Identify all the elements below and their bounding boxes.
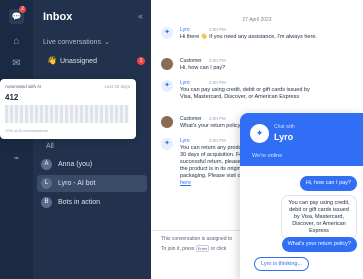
home-icon[interactable]: ⌂ [10, 35, 23, 48]
sidebar-item-label: Lyro - AI bot [58, 180, 96, 187]
stats-footer: 70% of AI conversations [5, 128, 48, 133]
chevron-down-icon[interactable]: ⌄ [104, 38, 110, 46]
user-bubble: Hi, how can I pay? [299, 176, 357, 191]
stats-title: Automated with AI [5, 84, 42, 89]
bot-bubble: You can pay using credit, debit or gift … [281, 195, 357, 240]
collapse-icon[interactable]: « [138, 11, 143, 21]
automated-stats-card: Automated with AI Last 30 days 412 70% o… [0, 79, 136, 139]
sidebar-item-label: Anna (you) [58, 161, 93, 168]
message-body: Hi there 👋 If you need any assistance, I… [180, 34, 317, 40]
lyro-logo-icon: ✦ [250, 124, 269, 143]
all-section-label: All [46, 143, 54, 150]
conversation-date: 27 April 2023 [242, 17, 272, 23]
sidebar-item-unassigned[interactable]: 👋 Unassigned 1 [41, 53, 147, 70]
sender-name: Lyro [180, 80, 190, 86]
notification-badge: 2 [19, 6, 26, 13]
sidebar-item-label: Unassigned [60, 58, 97, 65]
lyro-avatar: ✦ [161, 138, 173, 150]
sender-name: Lyro [180, 138, 190, 144]
message-body: You can pay using credit, debit or gift … [180, 87, 310, 100]
nav-rail: 💬 2 ⌂ ✉ ☺ ⌁ [0, 0, 33, 279]
inbox-title: Inbox [43, 11, 73, 23]
lyro-avatar: ✦ [161, 80, 173, 92]
live-conversations-label[interactable]: Live conversations [43, 39, 101, 46]
widget-header: ✦ Chat with Lyro We're online [240, 113, 363, 166]
message-time: 2:00 PM [209, 58, 226, 63]
sidebar-item-label: Bots in action [58, 199, 101, 206]
sender-name: Customer [180, 58, 202, 64]
stats-period: Last 30 days [104, 84, 130, 89]
inbox-sidebar: Inbox « Live conversations ⌄ 👋 Unassigne… [33, 0, 151, 279]
bot-name: Lyro [274, 132, 294, 142]
online-status: We're online [252, 153, 283, 159]
message-time: 2:00 PM [209, 116, 226, 121]
wave-icon: 👋 [47, 56, 57, 65]
chart-icon[interactable]: ⌁ [10, 152, 23, 165]
chat-widget: ✦ Chat with Lyro We're online Hi, how ca… [240, 113, 363, 279]
sidebar-item-anna[interactable]: A Anna (you) [37, 156, 147, 173]
user-bubble: What's your return policy? [281, 237, 357, 252]
chat-with-label: Chat with [274, 124, 295, 130]
customer-avatar [161, 116, 173, 128]
lyro-avatar: ✦ [161, 27, 173, 39]
avatar: L [41, 178, 52, 189]
avatar: A [41, 159, 52, 170]
enter-key-hint: Enter [195, 245, 210, 252]
message-time: 2:00 PM [209, 80, 226, 85]
stats-value: 412 [5, 93, 19, 102]
typing-indicator: Lyro is thinking... [254, 257, 310, 271]
message-body: Hi, how can I pay? [180, 65, 226, 71]
sidebar-item-lyro-ai-bot[interactable]: L Lyro - AI bot [37, 175, 147, 192]
stats-bar-chart [5, 105, 129, 123]
sidebar-item-bots-in-action[interactable]: B Bots in action [37, 194, 147, 211]
unread-count-badge: 1 [137, 57, 145, 65]
sender-name: Customer [180, 116, 202, 122]
message-time: 2:00 PM [209, 27, 226, 32]
message-time: 2:00 PM [209, 138, 226, 143]
inbox-icon[interactable]: ✉ [10, 57, 23, 70]
sender-name: Lyro [180, 27, 190, 33]
avatar: B [41, 197, 52, 208]
customer-avatar [161, 58, 173, 70]
